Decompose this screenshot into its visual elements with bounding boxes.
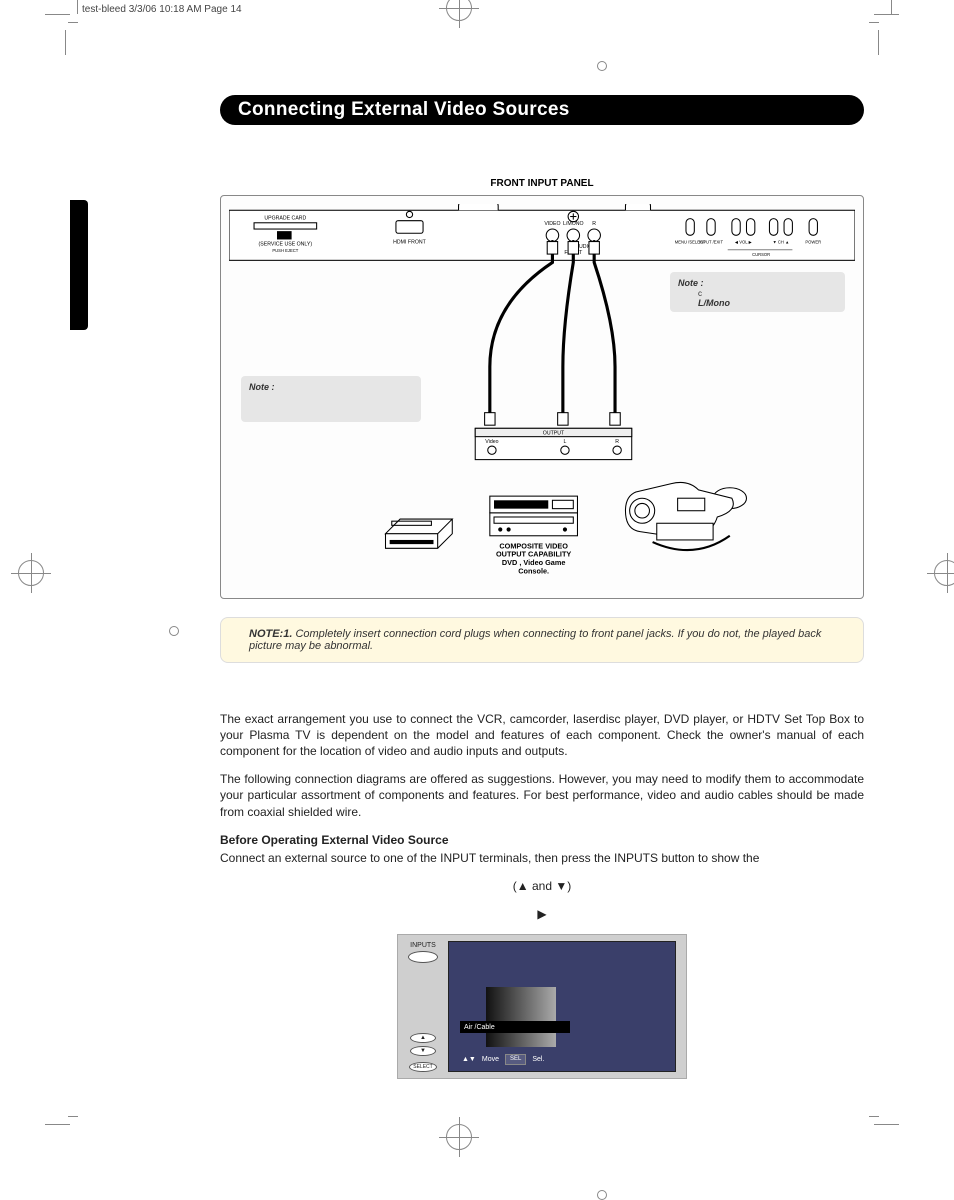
osd-sel-text: Sel. [532,1055,544,1064]
input-exit-label: INPUT /EXIT [699,240,723,245]
note-box-left: Note : [241,376,421,422]
front-input-panel-figure: FRONT INPUT PANEL Note : Note : c L/Mono… [220,195,864,599]
crop-mark [65,30,66,55]
side-tab [70,200,88,330]
video-jack-label: VIDEO [544,221,560,227]
tv-osd-screenshot: INPUTS ▲ ▼ SELECT Air /Cable ▲▼ Mov [397,934,687,1079]
dvd-player-icon [490,496,578,536]
push-eject-label: PUSH EJECT [272,248,298,253]
note-box-right: Note : c L/Mono [670,272,845,312]
note-right-emph: L/Mono [678,298,730,308]
note-callout-prefix: NOTE:1. [249,628,295,640]
upgrade-card-label: UPGRADE CARD [264,216,306,222]
paragraph-2: The following connection diagrams are of… [220,771,864,820]
registration-target-left [18,560,44,586]
r-jack-label: R [592,221,596,227]
crop-mark [45,14,70,15]
inputs-label: INPUTS [410,941,436,950]
note-left-text: Note : [249,382,275,392]
service-only-label: (SERVICE USE ONLY) [259,242,313,248]
content-column: Connecting External Video Sources FRONT … [220,95,864,1079]
osd-move-text: Move [482,1055,499,1064]
vol-label: ◀ VOL ▶ [735,240,753,245]
cable-group [490,242,615,419]
crop-mark [45,1124,70,1125]
note-right-sub: c [678,289,702,298]
registration-target-bottom [446,1124,472,1150]
crop-mark [874,1124,899,1125]
osd-updown-icon: ▲▼ [462,1055,476,1064]
output-l-label: L [563,439,566,445]
paragraph-1: The exact arrangement you use to connect… [220,711,864,760]
output-r-label: R [615,439,619,445]
select-button-icon: SELECT [409,1062,437,1072]
inputs-button-icon [408,951,438,963]
camcorder-icon [625,482,746,550]
section-title: Connecting External Video Sources [220,95,864,125]
tv-gradient [486,987,556,1047]
ch-label: ▼ CH ▲ [773,240,790,245]
paragraph-3a: Connect an external source to one of the… [220,850,864,866]
sub-heading: Before Operating External Video Source [220,832,864,848]
up-arrow-icon: ▲ [410,1033,436,1043]
osd-selected-row: Air /Cable [460,1021,570,1033]
tv-left-controls: INPUTS ▲ ▼ SELECT [398,935,448,1078]
slug-line: test-bleed 3/3/06 10:18 AM Page 14 [82,4,242,15]
plug-tips [485,242,621,426]
osd-selected-text: Air /Cable [464,1023,495,1032]
output-title: OUTPUT [543,431,565,437]
output-video-label: Video [485,439,498,445]
note-callout-body: Completely insert connection cord plugs … [249,628,821,652]
power-label: POWER [805,240,821,245]
page-content: Connecting External Video Sources FRONT … [70,30,884,1115]
paragraph-3b: (▲ and ▼) [220,878,864,894]
paragraph-3c: ▶ [220,906,864,922]
osd-sel-key: SEL [505,1054,526,1064]
down-arrow-icon: ▼ [410,1046,436,1056]
tv-arrow-group: ▲ ▼ [410,1033,436,1056]
tv-screen: Air /Cable ▲▼ Move SEL Sel. [448,941,676,1072]
registration-target-right [934,560,954,586]
note-right-title: Note : [678,278,704,288]
body-text: The exact arrangement you use to connect… [220,711,864,1080]
hdmi-front-label: HDMI FRONT [393,240,426,246]
note-callout: NOTE:1. Completely insert connection cor… [220,617,864,663]
osd-hint-row: ▲▼ Move SEL Sel. [460,1053,610,1065]
figure-label: FRONT INPUT PANEL [490,178,593,189]
crop-mark [874,14,899,15]
cursor-label: CURSOR [752,252,770,257]
lmono-jack-label: L/MONO [563,221,584,227]
vcr-icon [386,519,453,548]
device-caption-4: Console. [518,566,549,575]
